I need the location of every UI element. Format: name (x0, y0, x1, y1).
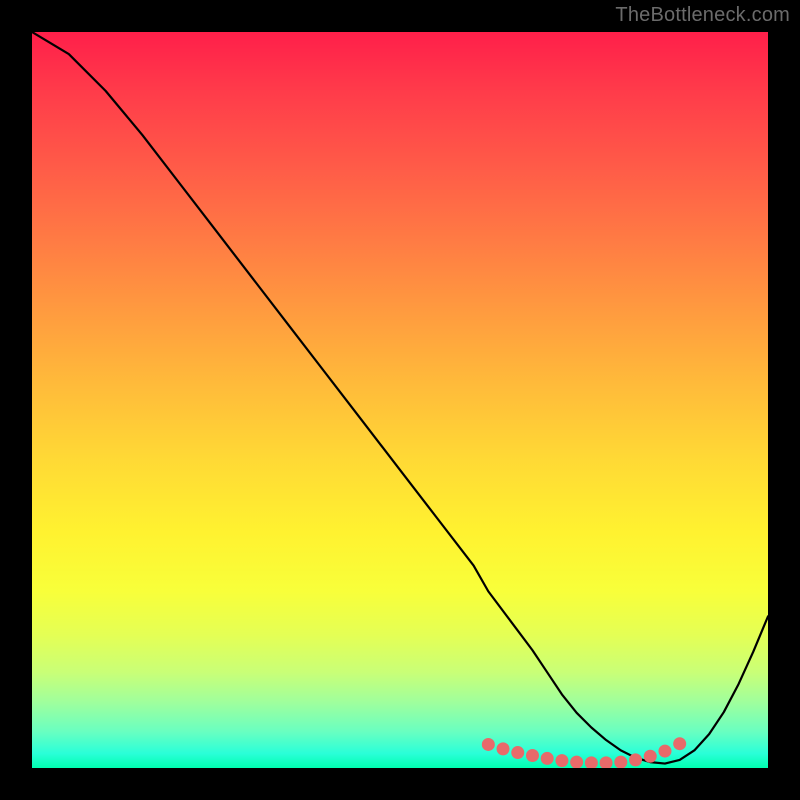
highlight-dot (570, 756, 583, 768)
plot-area (32, 32, 768, 768)
highlight-dot (600, 756, 613, 768)
highlight-dot (482, 738, 495, 751)
highlight-dot (673, 737, 686, 750)
highlight-dot (658, 745, 671, 758)
highlight-dot (497, 742, 510, 755)
highlight-dot (614, 756, 627, 768)
highlight-dot (541, 752, 554, 765)
chart-container: TheBottleneck.com (0, 0, 800, 800)
watermark-text: TheBottleneck.com (615, 4, 790, 27)
bottleneck-curve (32, 32, 768, 764)
highlight-dot (526, 749, 539, 762)
highlight-dot (629, 753, 642, 766)
highlight-dot (644, 750, 657, 763)
highlight-dot (511, 746, 524, 759)
highlight-dot (585, 756, 598, 768)
highlight-dot (555, 754, 568, 767)
chart-overlay (32, 32, 768, 768)
